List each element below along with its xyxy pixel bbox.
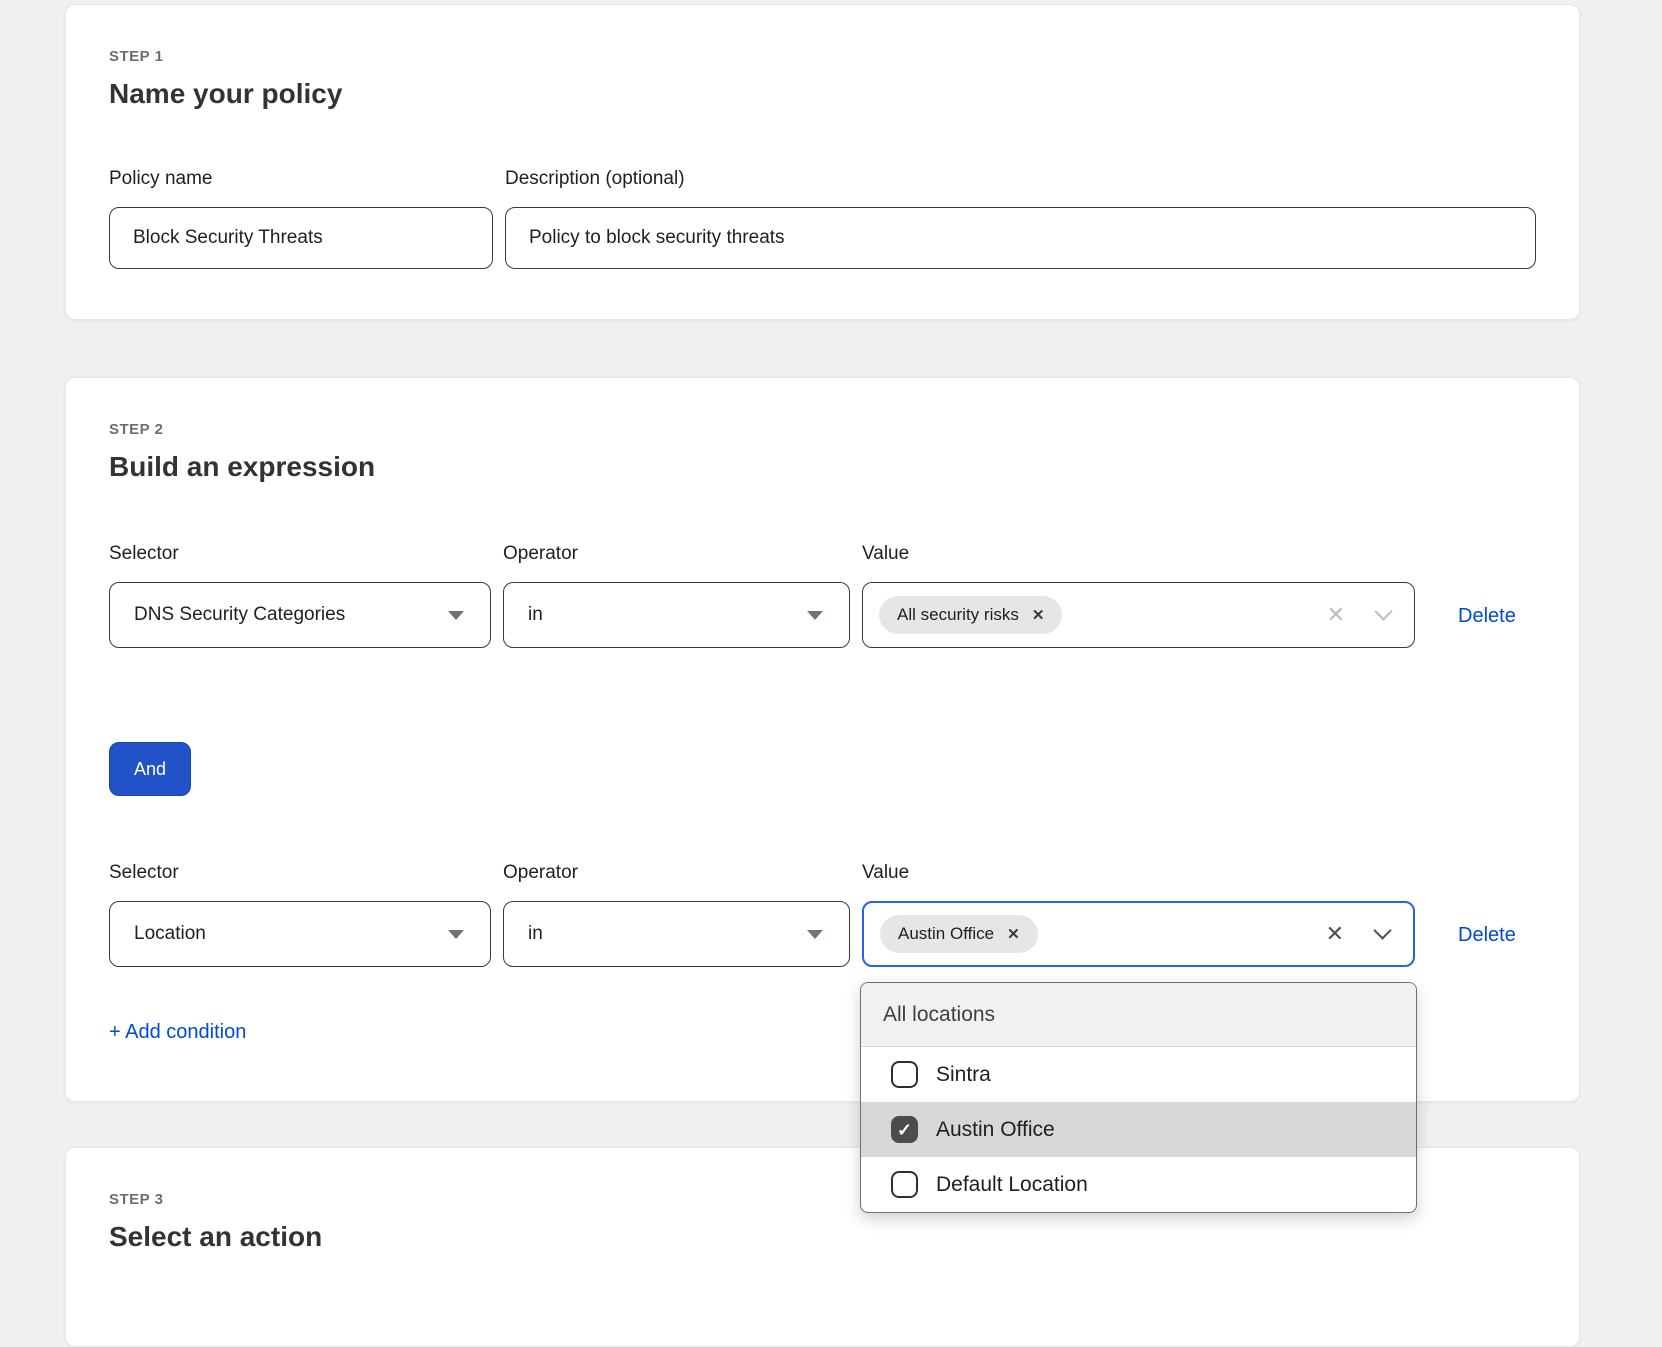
dropdown-option-default-location[interactable]: ✓ Default Location [861,1157,1416,1212]
description-label: Description (optional) [505,168,1536,190]
dropdown-option-label: Sintra [936,1063,991,1087]
operator-label: Operator [503,543,850,565]
step2-eyebrow: STEP 2 [109,421,1536,438]
dropdown-option-sintra[interactable]: ✓ Sintra [861,1047,1416,1102]
chevron-down-icon[interactable] [1374,602,1392,620]
delete-condition-1-link[interactable]: Delete [1458,605,1516,628]
chevron-down-icon[interactable] [1373,921,1391,939]
dropdown-option-label: Default Location [936,1173,1088,1197]
caret-down-icon [448,611,464,620]
operator-dropdown-1-value: in [528,604,543,626]
condition-row-2: Selector Location Operator in Value Aust… [109,862,1536,967]
value-tag-label: All security risks [897,605,1019,625]
value-tag: All security risks ✕ [879,596,1062,634]
step2-title: Build an expression [109,451,1536,483]
and-button[interactable]: And [109,742,191,796]
step1-eyebrow: STEP 1 [109,48,1536,65]
operator-label: Operator [503,862,850,884]
value-multiselect-2[interactable]: Austin Office ✕ ✕ [862,901,1415,967]
checkbox[interactable]: ✓ [891,1116,918,1143]
delete-condition-2-link[interactable]: Delete [1458,924,1516,947]
policy-name-input[interactable] [109,207,493,269]
caret-down-icon [807,611,823,620]
value-label: Value [862,862,1415,884]
checkbox[interactable]: ✓ [891,1171,918,1198]
policy-name-label: Policy name [109,168,493,190]
selector-dropdown-1[interactable]: DNS Security Categories [109,582,491,648]
dropdown-group-header: All locations [861,983,1416,1047]
step1-card: STEP 1 Name your policy Policy name Desc… [65,4,1580,320]
selector-label: Selector [109,862,491,884]
policy-name-field-group: Policy name [109,168,493,269]
operator-dropdown-2-value: in [528,923,543,945]
selector-dropdown-2[interactable]: Location [109,901,491,967]
operator-dropdown-1[interactable]: in [503,582,850,648]
tag-remove-icon[interactable]: ✕ [1032,606,1045,624]
dropdown-option-austin-office[interactable]: ✓ Austin Office [861,1102,1416,1157]
step2-card: STEP 2 Build an expression Selector DNS … [65,377,1580,1102]
operator-dropdown-2[interactable]: in [503,901,850,967]
value-label: Value [862,543,1415,565]
selector-label: Selector [109,543,491,565]
value-tag: Austin Office ✕ [880,915,1038,953]
add-condition-link[interactable]: + Add condition [109,1021,246,1044]
caret-down-icon [448,930,464,939]
step3-title: Select an action [109,1221,1536,1253]
caret-down-icon [807,930,823,939]
clear-icon[interactable]: ✕ [1327,604,1345,626]
checkbox-check-icon: ✓ [897,1121,912,1139]
step1-title: Name your policy [109,78,1536,110]
clear-icon[interactable]: ✕ [1326,923,1344,945]
checkbox[interactable]: ✓ [891,1061,918,1088]
description-field-group: Description (optional) [505,168,1536,269]
value-options-dropdown: All locations ✓ Sintra ✓ Austin Office ✓… [860,982,1417,1213]
value-multiselect-1[interactable]: All security risks ✕ ✕ [862,582,1415,648]
dropdown-option-label: Austin Office [936,1118,1055,1142]
selector-dropdown-1-value: DNS Security Categories [134,604,345,626]
tag-remove-icon[interactable]: ✕ [1007,925,1020,943]
condition-row-1: Selector DNS Security Categories Operato… [109,543,1536,648]
selector-dropdown-2-value: Location [134,923,206,945]
value-tag-label: Austin Office [898,924,994,944]
policy-builder-page: STEP 1 Name your policy Policy name Desc… [0,4,1662,1347]
description-input[interactable] [505,207,1536,269]
